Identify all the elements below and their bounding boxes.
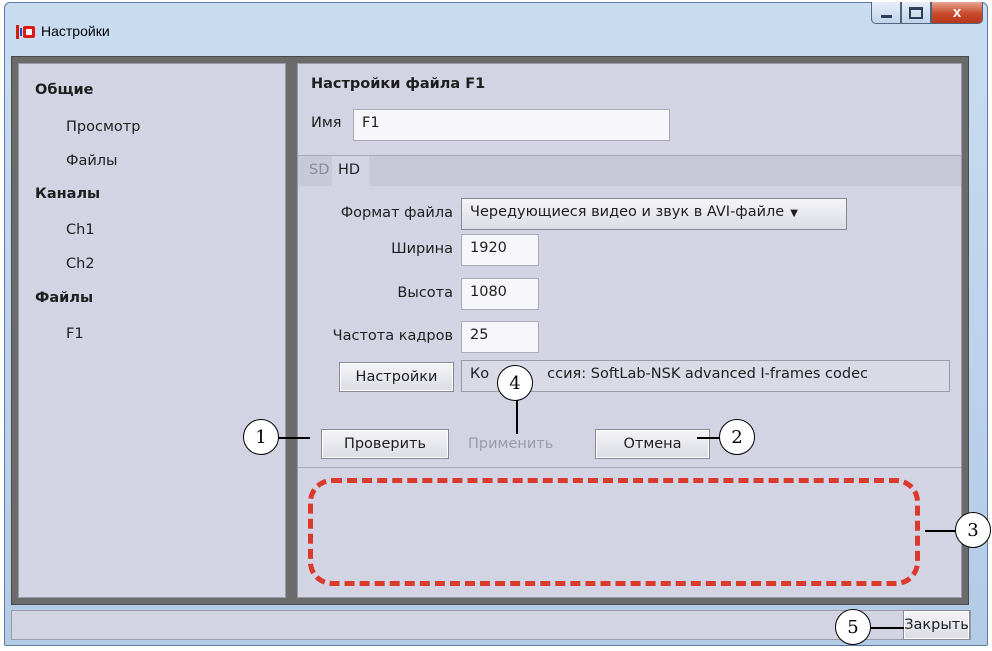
codec-text-end: ссия: SoftLab-NSK advanced I-frames code…: [547, 366, 868, 382]
divider: [298, 467, 961, 468]
file-settings-panel: Настройки файла F1 Имя F1 SD HD Формат ф…: [297, 63, 962, 598]
footer-bar: Закрыть: [11, 610, 971, 640]
codec-text-start: Ко: [470, 366, 490, 382]
tree-item-ch1[interactable]: Ch1: [66, 222, 95, 238]
tab-hd[interactable]: HD: [332, 156, 369, 186]
callout-2: 2: [719, 419, 755, 455]
validation-output-area: [308, 478, 920, 586]
tree-item-channels[interactable]: Каналы: [35, 186, 100, 202]
client-area: Общие Просмотр Файлы Каналы Ch1 Ch2 Файл…: [11, 56, 969, 605]
callout-1-line: [278, 437, 310, 439]
tree-item-f1[interactable]: F1: [66, 326, 84, 342]
callout-4: 4: [497, 365, 533, 401]
name-field[interactable]: F1: [353, 109, 670, 141]
minimize-button[interactable]: [871, 2, 901, 24]
format-select-value: Чередующиеся видео и звук в AVI-файле: [470, 204, 785, 220]
callout-1: 1: [243, 419, 279, 455]
dropdown-arrow-icon: ▼: [790, 208, 798, 219]
cancel-button[interactable]: Отмена: [595, 429, 710, 459]
callout-5: 5: [835, 609, 871, 645]
tab-sd[interactable]: SD: [309, 162, 329, 178]
settings-tree: Общие Просмотр Файлы Каналы Ch1 Ch2 Файл…: [18, 63, 286, 598]
callout-3-line: [925, 530, 957, 532]
caption-buttons: x: [871, 2, 983, 26]
tree-item-ch2[interactable]: Ch2: [66, 256, 95, 272]
panel-title: Настройки файла F1: [311, 76, 486, 92]
maximize-icon: [909, 6, 923, 19]
callout-5-line: [868, 627, 904, 629]
width-label: Ширина: [391, 241, 453, 257]
callout-4-line: [516, 400, 518, 434]
title-bar[interactable]: Настройки x: [5, 2, 987, 53]
minimize-icon: [880, 14, 892, 18]
height-label: Высота: [397, 285, 453, 301]
fps-field[interactable]: 25: [461, 321, 539, 353]
tree-item-files-general[interactable]: Файлы: [66, 153, 118, 169]
tree-item-files[interactable]: Файлы: [35, 290, 93, 306]
maximize-button[interactable]: [901, 2, 931, 24]
fps-label: Частота кадров: [332, 328, 453, 344]
apply-button[interactable]: Применить: [468, 436, 553, 452]
window-title: Настройки: [41, 23, 110, 39]
app-icon: [16, 25, 36, 39]
close-icon: x: [952, 4, 962, 21]
format-select[interactable]: Чередующиеся видео и звук в AVI-файле ▼: [461, 198, 847, 230]
format-label: Формат файла: [340, 205, 453, 221]
height-field[interactable]: 1080: [461, 278, 539, 310]
close-button[interactable]: Закрыть: [903, 610, 970, 640]
callout-3: 3: [955, 512, 991, 548]
check-button[interactable]: Проверить: [321, 429, 449, 459]
codec-info: Ко ссия: SoftLab-NSK advanced I-frames co…: [461, 360, 950, 392]
tree-item-general[interactable]: Общие: [35, 82, 93, 98]
width-field[interactable]: 1920: [461, 234, 539, 266]
tab-hd-label: HD: [338, 162, 361, 178]
name-label: Имя: [311, 115, 342, 131]
close-window-button[interactable]: x: [931, 2, 983, 24]
tree-item-preview[interactable]: Просмотр: [66, 119, 140, 135]
format-tabs: SD HD: [298, 155, 961, 186]
codec-settings-button[interactable]: Настройки: [339, 362, 454, 392]
